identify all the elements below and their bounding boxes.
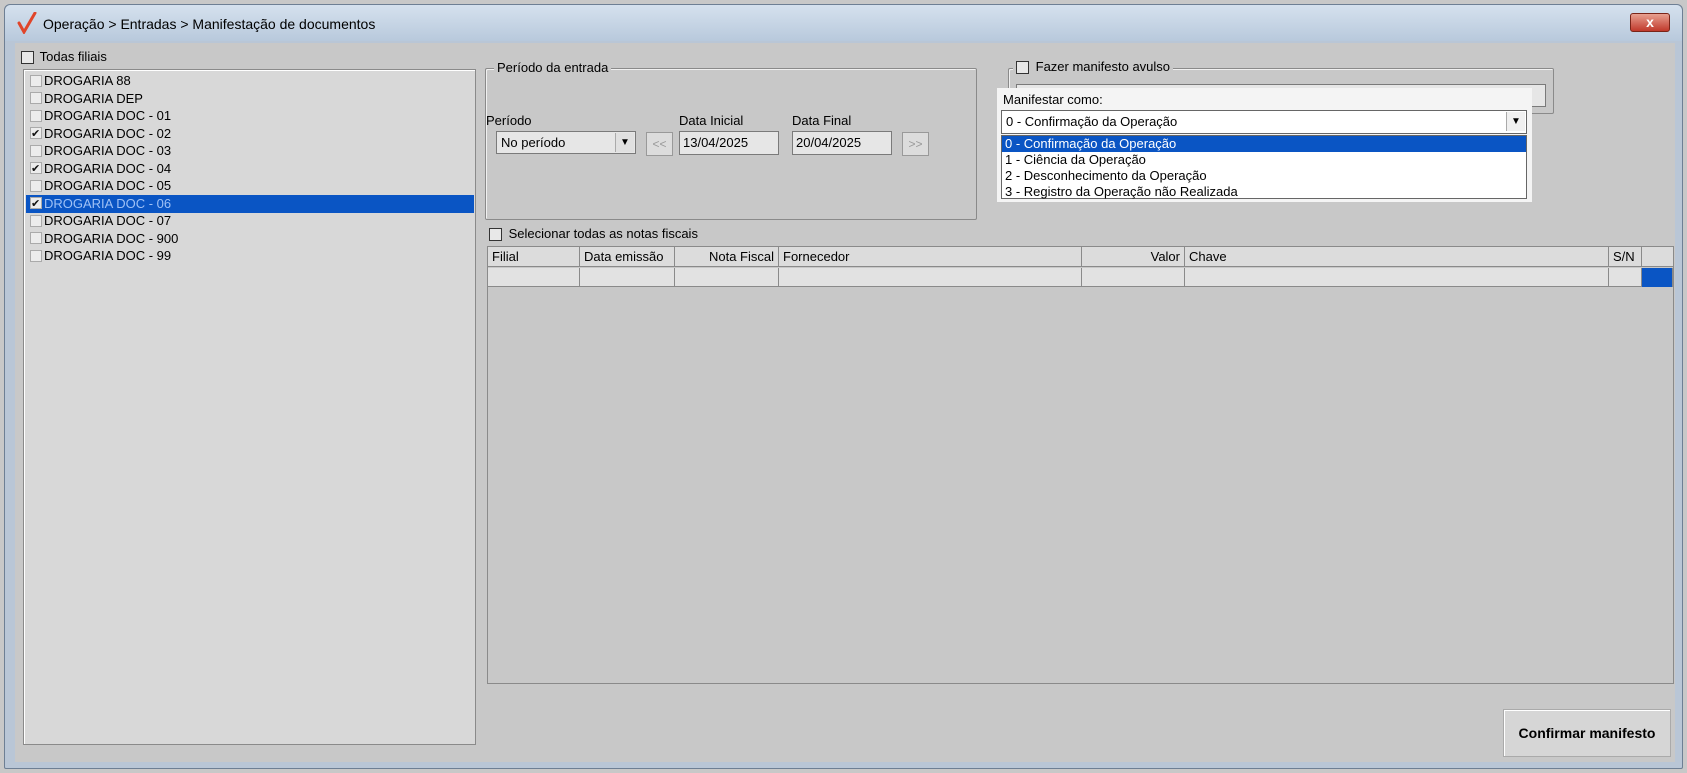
close-icon: x [1646, 14, 1654, 30]
start-date-value: 13/04/2025 [683, 135, 749, 150]
branch-label: DROGARIA 88 [44, 73, 131, 88]
manifest-panel: Manifestar como: 0 - Confirmação da Oper… [997, 88, 1532, 202]
branch-label: DROGARIA DOC - 900 [44, 230, 179, 246]
period-group-label: Período da entrada [494, 60, 612, 75]
period-select[interactable]: No período ▼ [496, 131, 636, 154]
branch-label: DROGARIA DOC - 02 [44, 125, 172, 141]
branch-list[interactable]: DROGARIA 88 DROGARIA DEP DROGARIA DOC - 01… [23, 69, 476, 745]
manifest-option-1[interactable]: 1 - Ciência da Operação [1002, 152, 1526, 168]
end-date-input[interactable]: 20/04/2025 [792, 131, 892, 155]
window-title: Operação > Entradas > Manifestação de do… [43, 16, 376, 32]
list-item[interactable]: DROGARIA 88 [26, 72, 474, 90]
cell-filial[interactable] [488, 268, 580, 287]
selected-cell-indicator[interactable] [1642, 268, 1673, 287]
period-group: Período da entrada Período No período ▼ … [485, 60, 977, 220]
manifest-select-value: 0 - Confirmação da Operação [1006, 114, 1178, 129]
end-date-label: Data Final [792, 113, 852, 128]
cell-nota-fiscal[interactable] [675, 268, 779, 287]
avulso-label: Fazer manifesto avulso [1035, 59, 1171, 74]
branch-label: DROGARIA DOC - 99 [44, 248, 172, 263]
list-item[interactable]: DROGARIA DOC - 05 [26, 177, 474, 195]
list-item[interactable]: DROGARIA DOC - 06 [26, 194, 474, 213]
list-item[interactable]: DROGARIA DOC - 07 [26, 212, 474, 230]
notes-grid-header: Filial Data emissão Nota Fiscal Forneced… [488, 247, 1673, 267]
title-bar: Operação > Entradas > Manifestação de do… [5, 5, 1682, 41]
confirm-manifest-button[interactable]: Confirmar manifesto [1503, 709, 1671, 757]
branch-checkbox[interactable] [30, 195, 42, 213]
manifest-option-3[interactable]: 3 - Registro da Operação não Realizada [1002, 184, 1526, 200]
list-item[interactable]: DROGARIA DOC - 99 [26, 247, 474, 265]
chevron-down-icon: ▼ [1506, 112, 1525, 131]
table-row[interactable] [488, 268, 1673, 287]
notes-grid[interactable]: Filial Data emissão Nota Fiscal Forneced… [487, 246, 1674, 684]
branch-checkbox[interactable] [30, 179, 42, 192]
manifest-label: Manifestar como: [1003, 92, 1103, 107]
branch-label: DROGARIA DOC - 06 [44, 195, 172, 211]
column-valor[interactable]: Valor [1082, 247, 1185, 267]
branch-checkbox[interactable] [30, 214, 42, 227]
cell-data-emissao[interactable] [580, 268, 675, 287]
all-branches-checkbox-row[interactable]: Todas filiais [21, 49, 107, 65]
start-date-input[interactable]: 13/04/2025 [679, 131, 779, 155]
column-nota-fiscal[interactable]: Nota Fiscal [675, 247, 779, 267]
cell-fornecedor[interactable] [779, 268, 1082, 287]
branch-label: DROGARIA DOC - 07 [44, 213, 172, 228]
branch-checkbox[interactable] [30, 160, 42, 178]
branch-label: DROGARIA DOC - 05 [44, 178, 172, 193]
previous-period-label: << [652, 137, 667, 151]
app-logo-icon [17, 12, 37, 34]
branch-label: DROGARIA DEP [44, 90, 143, 106]
select-all-notes-checkbox[interactable] [489, 228, 502, 242]
period-select-value: No período [501, 135, 566, 150]
branch-label: DROGARIA DOC - 03 [44, 143, 172, 158]
start-date-label: Data Inicial [679, 113, 744, 128]
column-filial[interactable]: Filial [488, 247, 580, 267]
list-item[interactable]: DROGARIA DOC - 02 [26, 125, 474, 143]
cell-sn[interactable] [1609, 268, 1642, 287]
select-all-notes-label: Selecionar todas as notas fiscais [508, 226, 698, 241]
avulso-checkbox[interactable] [1016, 61, 1029, 75]
previous-period-button[interactable]: << [646, 132, 673, 156]
branch-checkbox[interactable] [30, 125, 42, 143]
column-chave[interactable]: Chave [1185, 247, 1609, 267]
cell-valor[interactable] [1082, 268, 1185, 287]
branch-label: DROGARIA DOC - 04 [44, 160, 172, 176]
manifest-option-0[interactable]: 0 - Confirmação da Operação [1002, 136, 1526, 152]
column-data-emissao[interactable]: Data emissão [580, 247, 675, 267]
list-item[interactable]: DROGARIA DOC - 04 [26, 160, 474, 178]
branch-checkbox[interactable] [30, 249, 42, 262]
avulso-legend: Fazer manifesto avulso [1013, 59, 1174, 75]
manifest-option-2[interactable]: 2 - Desconhecimento da Operação [1002, 168, 1526, 184]
list-item[interactable]: DROGARIA DOC - 900 [26, 230, 474, 248]
branch-checkbox[interactable] [30, 144, 42, 157]
branch-label: DROGARIA DOC - 01 [44, 108, 172, 123]
column-sn[interactable]: S/N [1609, 247, 1642, 267]
branch-checkbox[interactable] [30, 74, 42, 87]
all-branches-checkbox[interactable] [21, 51, 34, 65]
list-item[interactable]: DROGARIA DEP [26, 90, 474, 108]
column-fornecedor[interactable]: Fornecedor [779, 247, 1082, 267]
end-date-value: 20/04/2025 [796, 135, 862, 150]
branch-checkbox[interactable] [30, 109, 42, 122]
cell-chave[interactable] [1185, 268, 1609, 287]
chevron-down-icon: ▼ [615, 133, 634, 152]
next-period-button[interactable]: >> [902, 132, 929, 156]
list-item[interactable]: DROGARIA DOC - 03 [26, 142, 474, 160]
branch-checkbox[interactable] [30, 232, 42, 245]
all-branches-label: Todas filiais [39, 49, 107, 64]
period-label: Período [486, 113, 532, 128]
manifest-options-list[interactable]: 0 - Confirmação da Operação 1 - Ciência … [1001, 135, 1527, 199]
manifest-select[interactable]: 0 - Confirmação da Operação ▼ [1001, 110, 1527, 134]
next-period-label: >> [908, 137, 923, 151]
close-button[interactable]: x [1630, 13, 1670, 32]
branch-checkbox[interactable] [30, 92, 42, 105]
list-item[interactable]: DROGARIA DOC - 01 [26, 107, 474, 125]
select-all-notes-row[interactable]: Selecionar todas as notas fiscais [489, 226, 698, 242]
